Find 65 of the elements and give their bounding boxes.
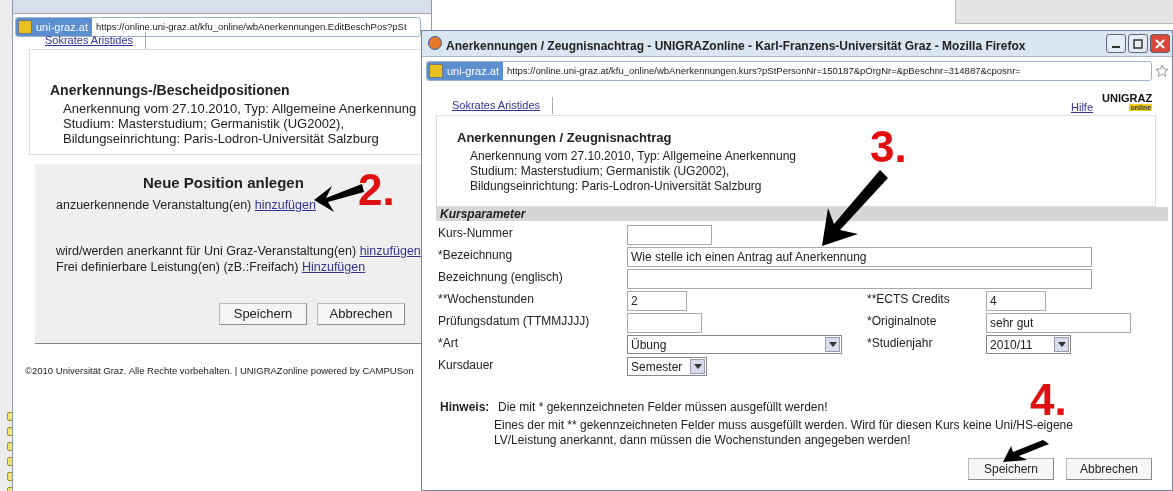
window-title: Anerkennungen / Zeugnisnachtrag - UNIGRAZonline - Karl-Franzens-Universität Graz - Mozilla Firefox [446, 38, 1026, 55]
add-link[interactable]: hinzufügen [359, 244, 421, 258]
minimize-button[interactable] [1106, 34, 1126, 53]
url-text: https://online.uni-graz.at/kfu_online/wbAnerkennungen.EditBeschPos?pSt [96, 19, 407, 34]
panel-text: anzuerkennende Veranstaltung(en) hinzufügen [56, 197, 316, 214]
arrow-icon [1003, 440, 1049, 462]
url-text: https://online.uni-graz.at/kfu_online/wbAnerkennungen.kurs?pStPersonNr=150187&pOrgNr=&pBeschnr=314887&cposnr= [507, 63, 1021, 78]
footer-text: ©2010 Universität Graz. Alle Rechte vorbehalten. | UNIGRAZonline powered by CAMPUSon [25, 364, 414, 378]
field-label: **Wochenstunden [438, 291, 534, 308]
note-text: Die mit * gekennzeichneten Felder müssen ausgefüllt werden! [498, 399, 828, 416]
field-label: *Bezeichnung [438, 247, 513, 264]
step-number: 2. [358, 168, 395, 212]
page-heading: Anerkennungen / Zeugnisnachtrag [457, 129, 672, 147]
cancel-button[interactable]: Abbrechen [1066, 458, 1152, 480]
dropdown[interactable]: 2010/11 [986, 335, 1071, 354]
detail-line: Bildungseinrichtung: Paris-Lodron-Universität Salzburg [470, 178, 762, 195]
panel-text: wird/werden anerkannt für Uni Graz-Veranstaltung(en) hinzufügen [56, 243, 421, 260]
tab[interactable]: Sokrates Aristides [452, 97, 554, 114]
save-button[interactable]: Speichern [968, 458, 1054, 480]
site-logo-icon [18, 20, 32, 34]
note-label: Hinweis: [440, 399, 490, 416]
field-label: Bezeichnung (englisch) [438, 269, 563, 286]
note-text: LV/Leistung anerkannt, dann müssen die Wochenstunden angegeben werden! [494, 432, 911, 449]
field-label: *Studienjahr [867, 335, 933, 352]
minimize-icon [1112, 45, 1120, 48]
input-field[interactable] [627, 225, 712, 245]
maximize-button[interactable] [1128, 34, 1148, 53]
save-button[interactable]: Speichern [219, 303, 307, 325]
add-link[interactable]: Hinzufügen [301, 260, 366, 274]
step-number: 3. [870, 125, 907, 169]
section-header: Kursparameter [436, 207, 1168, 221]
panel-text: Frei definierbare Leistung(en) (zB.:Freifach) Hinzufügen [56, 259, 366, 276]
input-field[interactable]: Wie stelle ich einen Antrag auf Anerkennung [627, 247, 1092, 267]
input-field[interactable]: sehr gut [986, 313, 1131, 333]
input-field[interactable]: 4 [986, 291, 1046, 311]
address-bar[interactable]: uni-graz.at https://online.uni-graz.at/kfu_online/wbAnerkennungen.EditBeschPos?pSt [15, 17, 421, 37]
detail-line: Anerkennung vom 27.10.2010, Typ: Allgemeine Anerkennung [63, 100, 417, 118]
site-logo-icon [429, 64, 443, 78]
note-text: Eines der mit ** gekennzeichneten Felder muss ausgefüllt werden. Wird für diesen Kurs keine Uni/HS-eigene [494, 417, 1073, 434]
input-field[interactable] [627, 269, 1092, 289]
close-icon [1155, 38, 1165, 49]
cancel-button[interactable]: Abbrechen [317, 303, 405, 325]
browser-logo-icon [428, 36, 442, 50]
field-label: *Originalnote [867, 313, 937, 330]
detail-line: Bildungseinrichtung: Paris-Lodron-Universität Salzburg [63, 131, 379, 148]
detail-line: Studium: Masterstudium; Germanistik (UG2002), [63, 116, 345, 133]
panel-title: Neue Position anlegen [143, 173, 304, 193]
input-field[interactable] [627, 313, 702, 333]
add-link[interactable]: hinzufügen [254, 198, 316, 212]
close-button[interactable] [1150, 34, 1170, 53]
field-label: Kursdauer [438, 357, 494, 374]
detail-line: Anerkennung vom 27.10.2010, Typ: Allgemeine Anerkennung [470, 148, 796, 165]
input-field[interactable]: 2 [627, 291, 687, 311]
maximize-icon [1133, 38, 1143, 49]
page-heading: Anerkennungs-/Bescheidpositionen [50, 81, 290, 100]
dropdown[interactable]: Semester [627, 357, 707, 376]
field-label: *Art [438, 335, 458, 352]
dropdown[interactable]: Übung [627, 335, 842, 354]
bookmark-star-icon[interactable] [1155, 64, 1169, 78]
detail-line: Studium: Masterstudium; Germanistik (UG2002), [470, 163, 730, 180]
field-label: Kurs-Nummer [438, 225, 513, 242]
field-label: **ECTS Credits [867, 291, 950, 308]
help-link[interactable]: Hilfe [1071, 99, 1093, 116]
address-bar[interactable]: uni-graz.at https://online.uni-graz.at/kfu_online/wbAnerkennungen.kurs?pStPersonNr=150187&pOrgNr=&pBeschnr=314887&cposnr= [426, 61, 1152, 81]
field-label: Prüfungsdatum (TTMMJJJJ) [438, 313, 590, 330]
